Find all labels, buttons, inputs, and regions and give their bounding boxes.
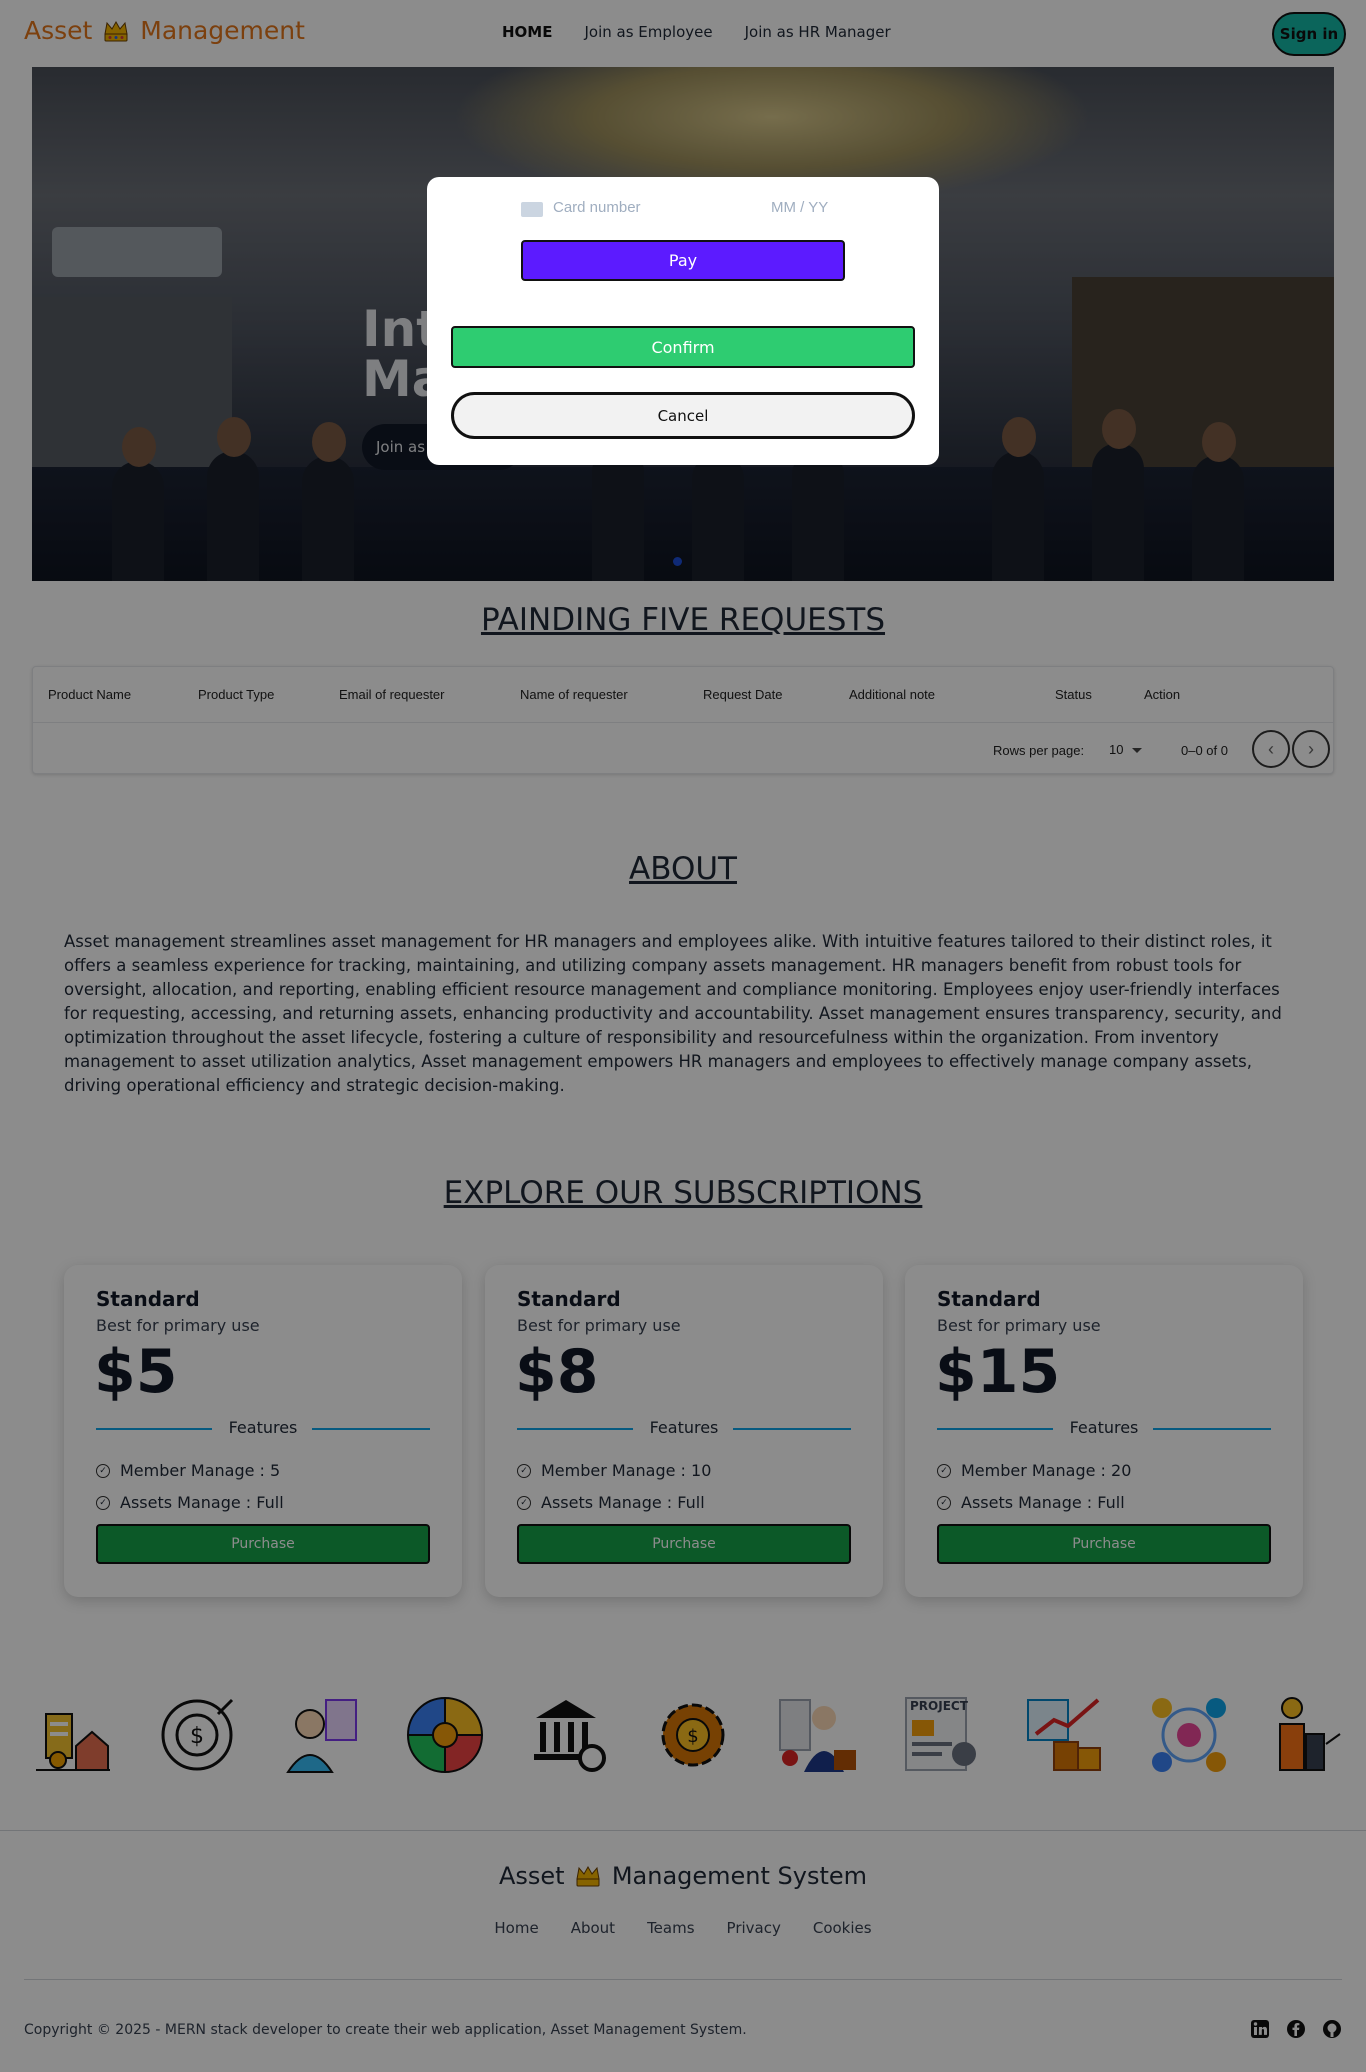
confirm-button[interactable]: Confirm: [451, 326, 915, 368]
card-element[interactable]: Card number MM / YY: [521, 199, 845, 225]
credit-card-icon: [521, 202, 543, 217]
card-number-input[interactable]: Card number: [553, 199, 641, 216]
pay-button[interactable]: Pay: [521, 240, 845, 281]
cancel-button[interactable]: Cancel: [451, 392, 915, 439]
card-expiry-input[interactable]: MM / YY: [771, 199, 828, 216]
payment-modal: Card number MM / YY Pay Confirm Cancel: [427, 177, 939, 465]
